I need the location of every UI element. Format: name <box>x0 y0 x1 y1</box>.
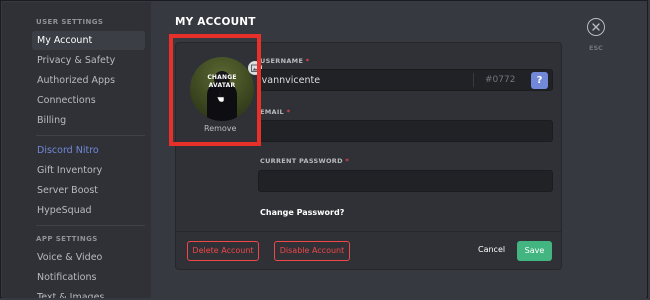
delete-account-button[interactable]: Delete Account <box>187 241 259 261</box>
change-avatar-line2: AVATAR <box>208 81 236 89</box>
cancel-button[interactable]: Cancel <box>478 245 505 254</box>
cursor-hand-icon <box>216 91 225 102</box>
username-field[interactable]: jvannvicente #0772 ? <box>258 69 553 91</box>
avatar-area: CHANGE AVATAR <box>190 57 262 121</box>
sidebar-item-privacy-safety[interactable]: Privacy & Safety <box>32 51 145 70</box>
sidebar-item-voice-video[interactable]: Voice & Video <box>32 248 145 267</box>
sidebar-item-connections[interactable]: Connections <box>32 91 145 110</box>
user-settings-header: USER SETTINGS <box>36 18 104 26</box>
sidebar-item-hypesquad[interactable]: HypeSquad <box>32 201 145 220</box>
change-avatar-overlay[interactable]: CHANGE AVATAR <box>190 57 254 121</box>
current-password-field[interactable] <box>258 170 553 192</box>
sidebar-item-server-boost[interactable]: Server Boost <box>32 181 145 200</box>
change-password-link[interactable]: Change Password? <box>260 208 344 217</box>
close-button[interactable] <box>587 18 605 36</box>
current-password-label: CURRENT PASSWORD * <box>260 157 350 165</box>
required-marker: * <box>305 57 310 65</box>
username-label: USERNAME * <box>260 57 310 65</box>
discriminator-divider <box>473 73 474 87</box>
sidebar-item-billing[interactable]: Billing <box>32 111 145 130</box>
sidebar-item-discord-nitro[interactable]: Discord Nitro <box>32 141 145 160</box>
sidebar-item-authorized-apps[interactable]: Authorized Apps <box>32 71 145 90</box>
username-value: jvannvicente <box>259 75 321 86</box>
sidebar-divider <box>36 225 145 226</box>
change-avatar-line1: CHANGE <box>207 73 237 81</box>
close-icon <box>592 23 600 31</box>
required-marker: * <box>286 108 291 116</box>
settings-sidebar: USER SETTINGS My Account Privacy & Safet… <box>2 2 151 298</box>
sidebar-item-notifications[interactable]: Notifications <box>32 268 145 287</box>
discriminator-value: #0772 <box>485 75 516 85</box>
email-field[interactable] <box>258 120 553 142</box>
page-title: MY ACCOUNT <box>175 16 256 28</box>
card-footer-divider <box>176 231 561 232</box>
required-marker: * <box>345 157 350 165</box>
save-button[interactable]: Save <box>517 241 552 261</box>
remove-avatar-link[interactable]: Remove <box>204 124 236 133</box>
discriminator-help-button[interactable]: ? <box>531 72 548 89</box>
account-card: CHANGE AVATAR Remove USERNAME * jvannvic… <box>175 42 562 270</box>
main-content: MY ACCOUNT ESC CHANGE AVATAR Remove USER… <box>151 2 646 298</box>
sidebar-item-gift-inventory[interactable]: Gift Inventory <box>32 161 145 180</box>
sidebar-divider <box>36 135 145 136</box>
esc-label: ESC <box>589 44 603 52</box>
sidebar-item-my-account[interactable]: My Account <box>32 31 145 50</box>
email-label: EMAIL * <box>260 108 291 116</box>
disable-account-button[interactable]: Disable Account <box>274 241 350 261</box>
sidebar-item-text-images[interactable]: Text & Images <box>32 288 145 298</box>
app-settings-header: APP SETTINGS <box>36 235 98 243</box>
